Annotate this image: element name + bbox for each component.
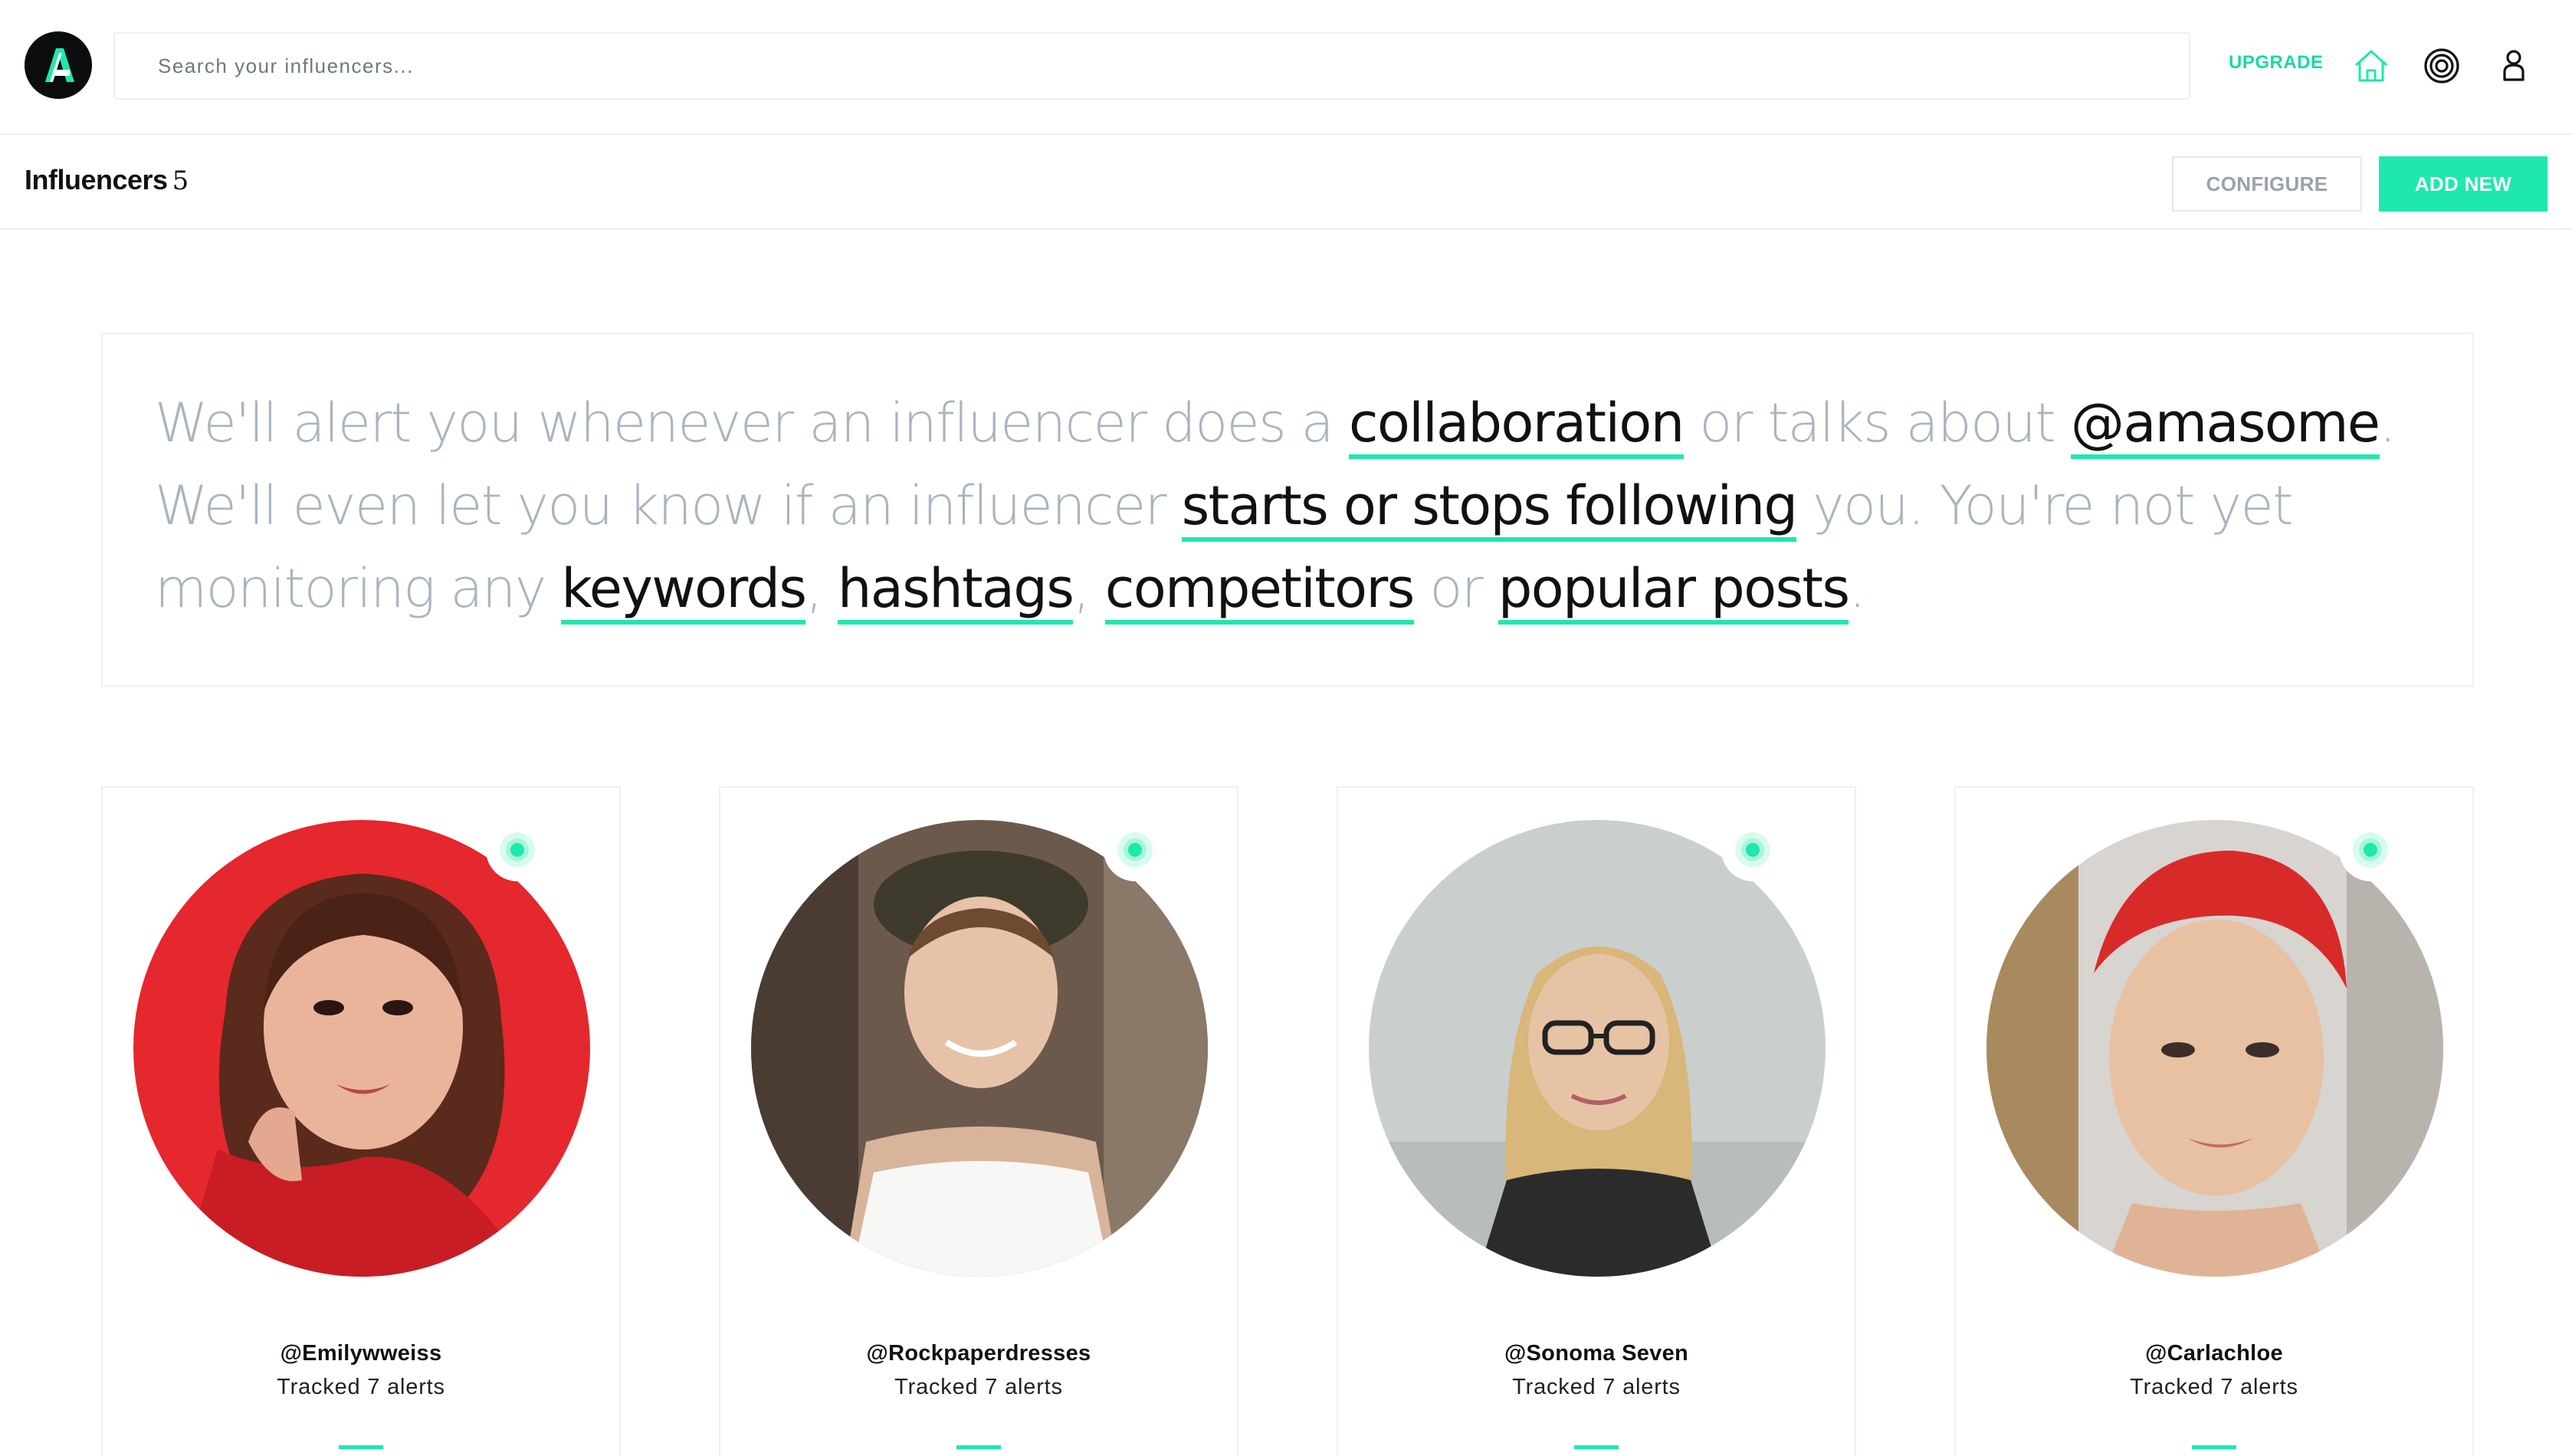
info-message: We'll alert you whenever an influencer d… [155,382,2423,630]
influencer-count: 5 [172,166,189,196]
active-dot-icon [500,832,535,867]
influencer-handle[interactable]: @Emilywweiss [103,1341,619,1366]
popular-posts-link[interactable]: popular posts [1498,557,1850,625]
keywords-link[interactable]: keywords [561,557,807,625]
info-text: or talks about [1683,392,2071,454]
influencer-handle[interactable]: @Carlachloe [1956,1341,2472,1366]
user-icon[interactable] [2492,44,2535,87]
competitors-link[interactable]: competitors [1104,557,1415,625]
search-bar[interactable] [113,32,2190,100]
page-header: Influencers 5 CONFIGURE ADD NEW [0,136,2572,230]
influencer-card[interactable]: @Emilywweiss Tracked 7 alerts [101,786,621,1456]
collaboration-link[interactable]: collaboration [1348,392,1685,459]
status-indicator [2339,818,2402,881]
add-new-button[interactable]: ADD NEW [2379,156,2547,212]
card-accent-line [1574,1445,1619,1449]
tracked-alerts: Tracked 7 alerts [2130,1375,2298,1399]
page-title: Influencers 5 [25,164,189,196]
page-title-text: Influencers [25,164,168,195]
active-dot-icon [2353,832,2388,867]
logo-a-icon [25,31,92,99]
status-indicator [1104,818,1166,881]
card-accent-line [2192,1445,2236,1449]
info-text: , [1073,557,1105,620]
info-text: or [1413,557,1498,620]
avatar [133,820,590,1277]
info-panel: We'll alert you whenever an influencer d… [101,333,2474,687]
following-link[interactable]: starts or stops following [1181,474,1798,542]
top-header: UPGRADE [0,0,2572,135]
app-logo[interactable] [25,31,92,99]
card-accent-line [339,1445,383,1449]
status-indicator [486,818,549,881]
avatar [1986,820,2443,1277]
active-dot-icon [1117,832,1153,867]
tracked-alerts: Tracked 7 alerts [1512,1375,1681,1399]
active-dot-icon [1735,832,1770,867]
influencer-card[interactable]: @Rockpaperdresses Tracked 7 alerts [719,786,1238,1456]
home-icon[interactable] [2350,44,2393,87]
info-text: We'll alert you whenever an influencer d… [155,392,1349,454]
upgrade-link[interactable]: UPGRADE [2229,52,2324,74]
avatar [751,820,1208,1277]
influencer-card[interactable]: @Carlachloe Tracked 7 alerts [1954,786,2474,1456]
configure-button[interactable]: CONFIGURE [2172,156,2362,212]
hashtags-link[interactable]: hashtags [837,557,1074,625]
target-icon[interactable] [2420,44,2463,87]
info-text: . [1849,557,1865,620]
tracked-alerts: Tracked 7 alerts [277,1375,445,1399]
card-accent-line [956,1445,1001,1449]
mention-link[interactable]: @amasome [2070,392,2380,459]
avatar [1369,820,1826,1277]
tracked-alerts: Tracked 7 alerts [894,1375,1063,1399]
search-input[interactable] [115,34,2189,98]
influencer-handle[interactable]: @Rockpaperdresses [720,1341,1237,1366]
influencer-handle[interactable]: @Sonoma Seven [1338,1341,1855,1366]
info-text: , [805,557,838,620]
status-indicator [1721,818,1784,881]
influencer-card[interactable]: @Sonoma Seven Tracked 7 alerts [1337,786,1856,1456]
